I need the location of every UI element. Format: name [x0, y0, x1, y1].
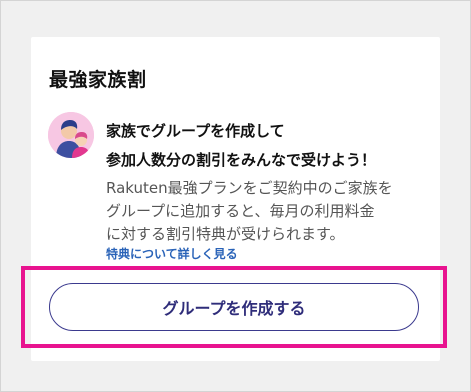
page-frame: 最強家族割 家族でグループを作成して 参加人数分の割引をみんなで受けよう！ Ra…: [0, 0, 471, 392]
headline-line-1: 家族でグループを作成して: [106, 122, 285, 140]
description-line-3: に対する割引特典が受けられます。: [106, 225, 345, 243]
description-line-2: グループに追加すると、毎月の利用料金: [106, 202, 375, 220]
benefit-details-link[interactable]: 特典について詳しく見る: [106, 245, 238, 262]
card-title: 最強家族割: [49, 69, 147, 91]
headline-line-2: 参加人数分の割引をみんなで受けよう！: [106, 151, 377, 169]
family-avatar-icon: [48, 112, 94, 158]
description-line-1: Rakuten最強プランをご契約中のご家族を: [106, 179, 393, 197]
create-group-button[interactable]: グループを作成する: [49, 283, 419, 331]
description: Rakuten最強プランをご契約中のご家族を グループに追加すると、毎月の利用料…: [106, 177, 426, 246]
headline: 家族でグループを作成して 参加人数分の割引をみんなで受けよう！: [106, 117, 376, 175]
